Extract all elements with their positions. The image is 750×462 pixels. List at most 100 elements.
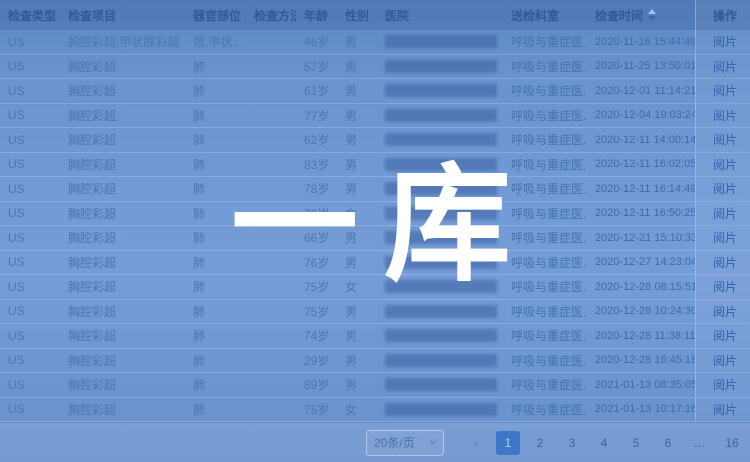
time-cell: 2020-12-11 14:00:14 xyxy=(587,128,695,152)
page-button-16[interactable]: 16 xyxy=(720,431,744,455)
dept-cell: 呼吸与重症医... xyxy=(503,55,587,79)
table-row: US胸腔彩超,甲状腺彩超颈,甲状...46岁男呼吸与重症医...2020-11-… xyxy=(0,30,750,55)
item-cell: 胸腔彩超 xyxy=(60,373,185,397)
age-cell: 62岁 xyxy=(296,128,337,152)
watermark-text: 一库 xyxy=(231,162,537,289)
view-film-link[interactable]: 阅片 xyxy=(713,254,737,271)
organ-cell: 肺 xyxy=(185,300,246,324)
method-cell xyxy=(246,324,296,348)
prev-page-button[interactable]: ‹ xyxy=(464,431,488,455)
page-button-6[interactable]: 6 xyxy=(656,431,680,455)
time-cell: 2020-11-16 15:44:49 xyxy=(587,30,695,54)
action-cell: 阅片 xyxy=(695,55,750,79)
type-cell: US xyxy=(0,128,60,152)
page-button-3[interactable]: 3 xyxy=(560,431,584,455)
item-cell: 胸腔彩超 xyxy=(60,324,185,348)
dept-cell: 呼吸与重症医... xyxy=(503,30,587,54)
action-cell: 阅片 xyxy=(695,275,750,299)
column-label: 医院 xyxy=(385,7,409,24)
method-cell xyxy=(246,300,296,324)
hospital-cell xyxy=(377,55,503,79)
column-header-time[interactable]: 检查时间 xyxy=(587,0,695,30)
view-film-link[interactable]: 阅片 xyxy=(713,107,737,124)
column-label: 检查方法 xyxy=(254,7,296,24)
page-button-5[interactable]: 5 xyxy=(624,431,648,455)
table-row: US胸腔彩超肺57岁男呼吸与重症医...2020-11-25 13:50:01阅… xyxy=(0,55,750,80)
view-film-link[interactable]: 阅片 xyxy=(713,229,737,246)
hospital-redaction-bar xyxy=(385,84,497,97)
column-header-type: 检查类型 xyxy=(0,0,60,30)
item-cell: 胸腔彩超 xyxy=(60,55,185,79)
pagination-bar: 20条/页 ˅ ‹ 123456 … 16 xyxy=(0,422,750,462)
view-film-link[interactable]: 阅片 xyxy=(713,58,737,75)
view-film-link[interactable]: 阅片 xyxy=(713,33,737,50)
view-film-link[interactable]: 阅片 xyxy=(713,376,737,393)
page-button-1[interactable]: 1 xyxy=(496,431,520,455)
view-film-link[interactable]: 阅片 xyxy=(713,401,737,418)
table-row: US胸腔彩超肺77岁男呼吸与重症医...2020-12-04 19:03:24阅… xyxy=(0,104,750,129)
hospital-cell xyxy=(377,324,503,348)
item-cell: 胸腔彩超 xyxy=(60,153,185,177)
organ-cell: 肺 xyxy=(185,79,246,103)
dept-cell: 呼吸与重症医... xyxy=(503,398,587,422)
column-header-gender: 性别 xyxy=(337,0,377,30)
pagination-ellipsis: … xyxy=(688,431,712,455)
hospital-redaction-bar xyxy=(385,354,497,367)
time-cell: 2021-01-13 08:35:05 xyxy=(587,373,695,397)
view-film-link[interactable]: 阅片 xyxy=(713,303,737,320)
page-size-label: 20条/页 xyxy=(374,434,415,451)
sort-caret-icon[interactable] xyxy=(648,9,656,21)
view-film-link[interactable]: 阅片 xyxy=(713,278,737,295)
hospital-cell xyxy=(377,398,503,422)
type-cell: US xyxy=(0,324,60,348)
method-cell xyxy=(246,30,296,54)
time-cell: 2020-11-25 13:50:01 xyxy=(587,55,695,79)
hospital-cell xyxy=(377,30,503,54)
view-film-link[interactable]: 阅片 xyxy=(713,352,737,369)
page-button-4[interactable]: 4 xyxy=(592,431,616,455)
action-cell: 阅片 xyxy=(695,349,750,373)
age-cell: 75岁 xyxy=(296,398,337,422)
age-cell: 57岁 xyxy=(296,55,337,79)
item-cell: 胸腔彩超 xyxy=(60,177,185,201)
action-cell: 阅片 xyxy=(695,128,750,152)
view-film-link[interactable]: 阅片 xyxy=(713,82,737,99)
view-film-link[interactable]: 阅片 xyxy=(713,327,737,344)
view-film-link[interactable]: 阅片 xyxy=(713,131,737,148)
hospital-cell xyxy=(377,128,503,152)
organ-cell: 肺 xyxy=(185,349,246,373)
gender-cell: 男 xyxy=(337,30,377,54)
gender-cell: 男 xyxy=(337,373,377,397)
hospital-cell xyxy=(377,104,503,128)
page-size-select[interactable]: 20条/页 ˅ xyxy=(366,430,444,456)
time-cell: 2020-12-01 11:14:21 xyxy=(587,79,695,103)
action-cell: 阅片 xyxy=(695,373,750,397)
age-cell: 61岁 xyxy=(296,79,337,103)
view-film-link[interactable]: 阅片 xyxy=(713,205,737,222)
time-cell: 2020-12-21 15:10:33 xyxy=(587,226,695,250)
view-film-link[interactable]: 阅片 xyxy=(713,156,737,173)
item-cell: 胸腔彩超 xyxy=(60,300,185,324)
type-cell: US xyxy=(0,153,60,177)
table-row: US胸腔彩超肺75岁女呼吸与重症医...2021-01-13 10:17:16阅… xyxy=(0,398,750,423)
dept-cell: 呼吸与重症医... xyxy=(503,373,587,397)
type-cell: US xyxy=(0,177,60,201)
item-cell: 胸腔彩超 xyxy=(60,104,185,128)
item-cell: 胸腔彩超 xyxy=(60,398,185,422)
column-label: 性别 xyxy=(345,7,369,24)
page-button-2[interactable]: 2 xyxy=(528,431,552,455)
time-cell: 2020-12-28 11:38:11 xyxy=(587,324,695,348)
column-header-hospital: 医院 xyxy=(377,0,503,30)
column-label: 检查项目 xyxy=(68,7,116,24)
age-cell: 74岁 xyxy=(296,324,337,348)
sort-asc-icon[interactable] xyxy=(648,9,656,14)
action-cell: 阅片 xyxy=(695,177,750,201)
time-cell: 2020-12-27 14:23:04 xyxy=(587,251,695,275)
item-cell: 胸腔彩超 xyxy=(60,275,185,299)
gender-cell: 男 xyxy=(337,349,377,373)
column-header-method: 检查方法 xyxy=(246,0,296,30)
sort-desc-icon[interactable] xyxy=(648,16,656,21)
type-cell: US xyxy=(0,300,60,324)
view-film-link[interactable]: 阅片 xyxy=(713,180,737,197)
pager: ‹ 123456 … 16 xyxy=(460,431,748,455)
